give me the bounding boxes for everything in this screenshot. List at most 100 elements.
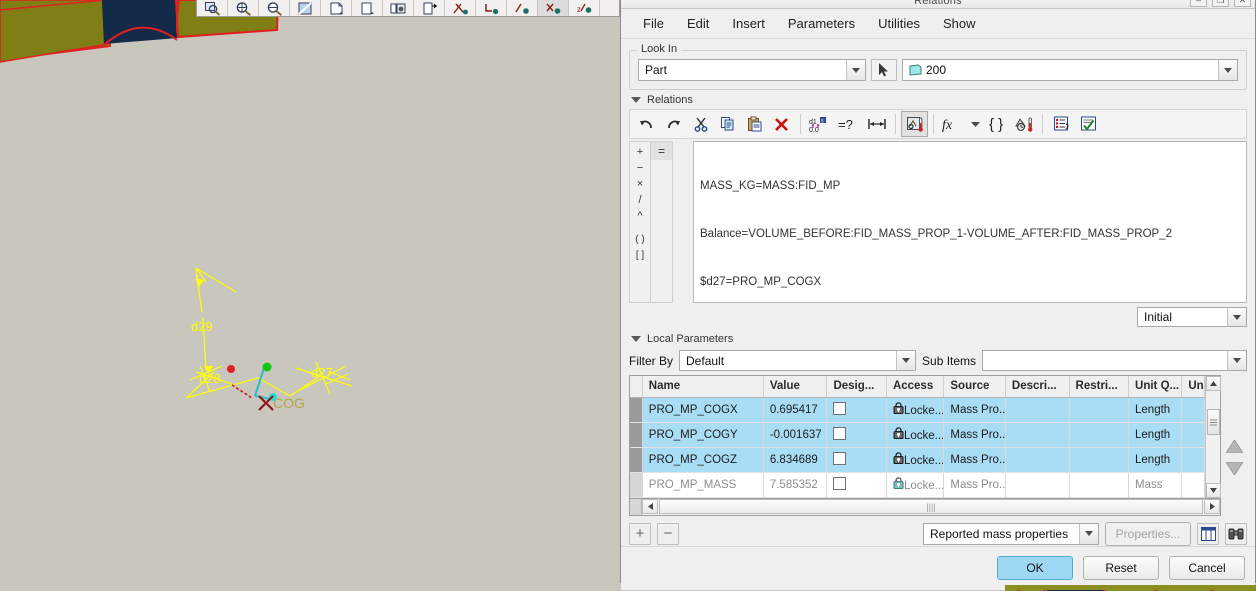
- operator-power[interactable]: ^: [637, 208, 642, 224]
- operator-plus[interactable]: +: [637, 144, 643, 160]
- row-gutter[interactable]: [630, 447, 643, 473]
- cell-access[interactable]: Locke...: [886, 472, 945, 498]
- cell-units[interactable]: [1181, 422, 1205, 448]
- paste-icon[interactable]: [741, 111, 768, 137]
- row-gutter[interactable]: [630, 397, 643, 423]
- datum-planes-icon[interactable]: [445, 0, 476, 16]
- sub-items-combo[interactable]: [982, 350, 1247, 371]
- select-item-button[interactable]: [871, 59, 897, 81]
- cell-restrictions[interactable]: [1069, 397, 1130, 423]
- cell-description[interactable]: [1005, 397, 1070, 423]
- cell-description[interactable]: [1005, 447, 1070, 473]
- look-in-model-combo[interactable]: 200: [902, 59, 1238, 81]
- remove-parameter-button[interactable]: −: [657, 522, 679, 545]
- triangle-down-icon[interactable]: [631, 97, 641, 103]
- cell-unit-quantity[interactable]: Mass: [1128, 472, 1183, 498]
- hscrollbar-thumb[interactable]: ||||: [659, 499, 1203, 514]
- relations-text-editor[interactable]: MASS_KG=MASS:FID_MP Balance=VOLUME_BEFOR…: [693, 141, 1247, 303]
- operator-parentheses[interactable]: ( ): [635, 232, 644, 248]
- binoculars-icon[interactable]: [1225, 522, 1247, 545]
- maximize-button[interactable]: ❐: [1212, 0, 1229, 7]
- chevron-down-icon[interactable]: [1227, 308, 1246, 326]
- dimension-switch-icon[interactable]: d1 s 0.0: [806, 111, 833, 137]
- zoom-window-icon[interactable]: [197, 0, 228, 16]
- annotations-icon[interactable]: z: [569, 0, 600, 16]
- cell-units[interactable]: [1181, 397, 1205, 423]
- cell-restrictions[interactable]: [1069, 422, 1130, 448]
- ok-button[interactable]: OK: [997, 555, 1073, 580]
- refit-icon[interactable]: [290, 0, 321, 16]
- cell-unit-quantity[interactable]: Length: [1128, 447, 1183, 473]
- cell-source[interactable]: Mass Pro...: [943, 397, 1006, 423]
- cancel-button[interactable]: Cancel: [1169, 555, 1245, 580]
- reported-properties-combo[interactable]: Reported mass properties: [923, 522, 1099, 545]
- row-gutter[interactable]: [630, 472, 643, 498]
- cell-units[interactable]: [1181, 472, 1205, 498]
- operator-equals[interactable]: =: [651, 142, 672, 160]
- scroll-right-button[interactable]: [1204, 499, 1220, 514]
- menu-file[interactable]: File: [633, 12, 674, 35]
- close-button[interactable]: ✕: [1234, 0, 1251, 7]
- cell-description[interactable]: [1005, 472, 1070, 498]
- table-horizontal-scrollbar[interactable]: ||||: [629, 498, 1221, 516]
- designate-checkbox[interactable]: [833, 476, 847, 490]
- cell-restrictions[interactable]: [1069, 447, 1130, 473]
- designate-checkbox[interactable]: [833, 426, 847, 440]
- measure-icon[interactable]: [863, 111, 890, 137]
- col-description[interactable]: Descri...: [1005, 376, 1070, 398]
- list-relations-icon[interactable]: [1048, 111, 1075, 137]
- chevron-down-icon[interactable]: [1227, 351, 1246, 370]
- scroll-up-button[interactable]: [1205, 376, 1221, 391]
- look-in-type-combo[interactable]: Part: [638, 59, 866, 81]
- menu-edit[interactable]: Edit: [677, 12, 719, 35]
- col-units[interactable]: Un: [1181, 376, 1205, 398]
- local-parameters-header[interactable]: Local Parameters: [629, 331, 1247, 348]
- dimension-label-d28[interactable]: d28: [199, 371, 221, 386]
- fx-icon[interactable]: fx: [939, 111, 967, 137]
- cell-name[interactable]: PRO_MP_COGX: [642, 397, 764, 423]
- cell-designate[interactable]: [826, 397, 887, 423]
- operator-brackets[interactable]: [ ]: [636, 248, 644, 264]
- filter-by-combo[interactable]: Default: [679, 350, 917, 371]
- designate-checkbox[interactable]: [833, 401, 847, 415]
- cell-units[interactable]: [1181, 447, 1205, 473]
- col-designate[interactable]: Desig...: [826, 376, 887, 398]
- col-source[interactable]: Source: [943, 376, 1006, 398]
- chevron-down-icon[interactable]: [967, 111, 983, 137]
- undo-icon[interactable]: [633, 111, 660, 137]
- display-shaded-icon[interactable]: [321, 0, 352, 16]
- operator-minus[interactable]: −: [637, 160, 643, 176]
- units-thermometer-icon[interactable]: [901, 111, 928, 137]
- table-row[interactable]: PRO_MP_COGZ 6.834689 Locke... Mass Pro..…: [630, 447, 1205, 473]
- zoom-in-icon[interactable]: [228, 0, 259, 16]
- col-name[interactable]: Name: [642, 376, 764, 398]
- zoom-out-icon[interactable]: [259, 0, 290, 16]
- move-up-button[interactable]: [1224, 439, 1244, 456]
- chevron-down-icon[interactable]: [846, 60, 865, 80]
- chevron-down-icon[interactable]: [1079, 523, 1098, 544]
- cell-source[interactable]: Mass Pro...: [943, 447, 1006, 473]
- cell-value[interactable]: 7.585352: [763, 472, 828, 498]
- cell-unit-quantity[interactable]: Length: [1128, 397, 1183, 423]
- saved-views-icon[interactable]: [383, 0, 414, 16]
- menu-parameters[interactable]: Parameters: [778, 12, 865, 35]
- scroll-down-button[interactable]: [1205, 482, 1221, 498]
- view-manager-icon[interactable]: [414, 0, 445, 16]
- cell-access[interactable]: Locke...: [886, 447, 945, 473]
- cell-designate[interactable]: [826, 422, 887, 448]
- col-restrictions[interactable]: Restri...: [1069, 376, 1130, 398]
- move-down-button[interactable]: [1224, 461, 1244, 478]
- menu-utilities[interactable]: Utilities: [868, 12, 930, 35]
- triangle-down-icon[interactable]: [631, 336, 641, 342]
- cell-source[interactable]: Mass Pro...: [943, 422, 1006, 448]
- properties-button[interactable]: Properties...: [1105, 521, 1191, 546]
- designate-checkbox[interactable]: [833, 451, 847, 465]
- cell-name[interactable]: PRO_MP_MASS: [642, 472, 764, 498]
- display-nohidden-icon[interactable]: [352, 0, 383, 16]
- cell-name[interactable]: PRO_MP_COGY: [642, 422, 764, 448]
- reset-button[interactable]: Reset: [1083, 555, 1159, 580]
- cell-designate[interactable]: [826, 472, 887, 498]
- red-x-icon[interactable]: [768, 111, 795, 137]
- copy-icon[interactable]: [714, 111, 741, 137]
- scrollbar-thumb[interactable]: [1206, 409, 1220, 435]
